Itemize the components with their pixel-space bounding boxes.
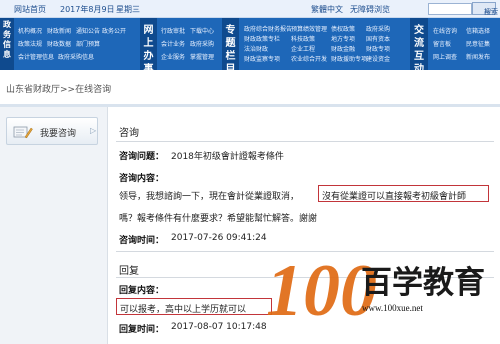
nav-link[interactable]: 会计业务 — [161, 39, 185, 48]
consult-section-title: 咨询 — [119, 128, 139, 139]
nav-link[interactable]: 在线咨询 — [433, 26, 457, 35]
consult-content-label: 咨询内容： — [119, 174, 165, 184]
current-date: 2017年8月9日 — [60, 5, 115, 14]
traditional-chinese-link[interactable]: 繁體中文 — [311, 4, 343, 15]
nav-link[interactable]: 财政新闻 — [47, 26, 71, 35]
nav-link[interactable]: 财政数据 — [47, 39, 71, 48]
consult-time-value: 2017-07-26 09:41:24 — [171, 233, 267, 243]
nav-link[interactable]: 财政专项 — [366, 44, 390, 53]
current-weekday: 星期三 — [116, 5, 140, 14]
watermark-url: www.100xue.net — [362, 303, 423, 313]
top-bar: 网站首页 2017年8月9日 星期三 繁體中文 无障碍浏览 ⌕ 搜索 — [0, 0, 500, 18]
reply-section-title: 回复 — [119, 266, 139, 277]
nav-link[interactable]: 债权政策 — [331, 24, 355, 33]
search-input[interactable] — [428, 3, 472, 15]
nav-link[interactable]: 政府采购 — [366, 24, 390, 33]
pencil-icon — [13, 126, 33, 139]
nav-section-online-service[interactable]: 网上办事 — [140, 18, 157, 75]
nav-link[interactable]: 政务公开 — [102, 26, 126, 35]
reply-content-label: 回复内容： — [119, 286, 165, 296]
watermark-logo: 100 百学教育 — [266, 250, 485, 332]
nav-link[interactable]: 行政审批 — [161, 26, 185, 35]
ask-question-label: 我要咨询 — [40, 129, 77, 139]
nav-link[interactable]: 政府综合财务报告 — [244, 24, 292, 33]
watermark-chinese: 百学教育 — [361, 265, 485, 301]
consult-content-text: 领导，我想諮詢一下，現在會計從業證取消， — [119, 192, 300, 202]
nav-link[interactable]: 信箱选择 — [466, 26, 490, 35]
reply-content-value: 可以报考，高中以上学历就可以 — [120, 305, 247, 315]
nav-link[interactable]: 财政政策专栏 — [244, 34, 280, 43]
consult-time-label: 咨询时间： — [119, 236, 165, 246]
nav-link[interactable]: 财政援助专项 — [331, 54, 367, 63]
nav-section-interaction[interactable]: 交流互动 — [410, 18, 428, 75]
nav-link[interactable]: 政府采购信息 — [58, 52, 94, 61]
nav-link[interactable]: 政府采购 — [190, 39, 214, 48]
nav-link[interactable]: 会计管理信息 — [18, 52, 54, 61]
nav-link[interactable]: 地方专项 — [331, 34, 355, 43]
nav-link[interactable]: 政策法规 — [18, 39, 42, 48]
accessibility-link[interactable]: 无障碍浏览 — [350, 4, 390, 15]
consult-content-highlight: 沒有從業證可以直接報考初級會計師 — [322, 192, 467, 202]
nav-link[interactable]: 网上调查 — [433, 52, 457, 61]
reply-time-value: 2017-08-07 10:17:48 — [171, 322, 267, 332]
consult-content-line1: 领导，我想諮詢一下，現在會計從業證取消， — [119, 189, 299, 202]
nav-link[interactable]: 企业服务 — [161, 52, 185, 61]
section-divider — [116, 141, 494, 142]
chevron-right-icon: ▷ — [90, 126, 97, 135]
nav-link[interactable]: 部门预算 — [76, 39, 100, 48]
nav-section-special-topics[interactable]: 专题栏目 — [222, 18, 239, 75]
nav-link[interactable]: 民意征集 — [466, 39, 490, 48]
ask-question-button[interactable]: 我要咨询 ▷ — [6, 117, 98, 145]
nav-link[interactable]: 掌握管理 — [190, 52, 214, 61]
nav-section-government-info[interactable]: 政务信息 — [0, 18, 14, 70]
nav-link[interactable]: 新闻发布 — [466, 52, 490, 61]
nav-link[interactable]: 通知公告 — [76, 26, 100, 35]
nav-link[interactable]: 留言板 — [433, 39, 451, 48]
nav-link[interactable]: 财政监察专项 — [244, 54, 280, 63]
nav-link[interactable]: 财政金融 — [331, 44, 355, 53]
nav-link[interactable]: 法治财政 — [244, 44, 268, 53]
question-value: 2018年初级會計證報考條件 — [171, 152, 284, 162]
search-button[interactable]: ⌕ 搜索 — [472, 2, 498, 16]
nav-link[interactable]: 国有资本 — [366, 34, 390, 43]
nav-link[interactable]: 科技政策 — [291, 34, 315, 43]
nav-link[interactable]: 企业工程 — [291, 44, 315, 53]
nav-link[interactable]: 农业综合开发 — [291, 54, 327, 63]
home-link[interactable]: 网站首页 — [14, 4, 46, 15]
breadcrumb[interactable]: 山东省财政厅>>在线咨询 — [6, 82, 111, 95]
question-label: 咨询问题： — [119, 152, 165, 162]
main-navigation: 政务信息 机构概况 财政新闻 通知公告 政策法规 财政数据 部门预算 会计管理信… — [0, 18, 500, 75]
nav-link[interactable]: 预算绩效管理 — [291, 24, 327, 33]
nav-link[interactable]: 下载中心 — [190, 26, 214, 35]
reply-time-label: 回复时间： — [119, 325, 165, 335]
nav-link[interactable]: 建设资金 — [366, 54, 390, 63]
consult-content-line2: 嗎？報考條件有什麼要求？希望能幫忙解答。謝謝 — [119, 214, 318, 224]
nav-link[interactable]: 机构概况 — [18, 26, 42, 35]
